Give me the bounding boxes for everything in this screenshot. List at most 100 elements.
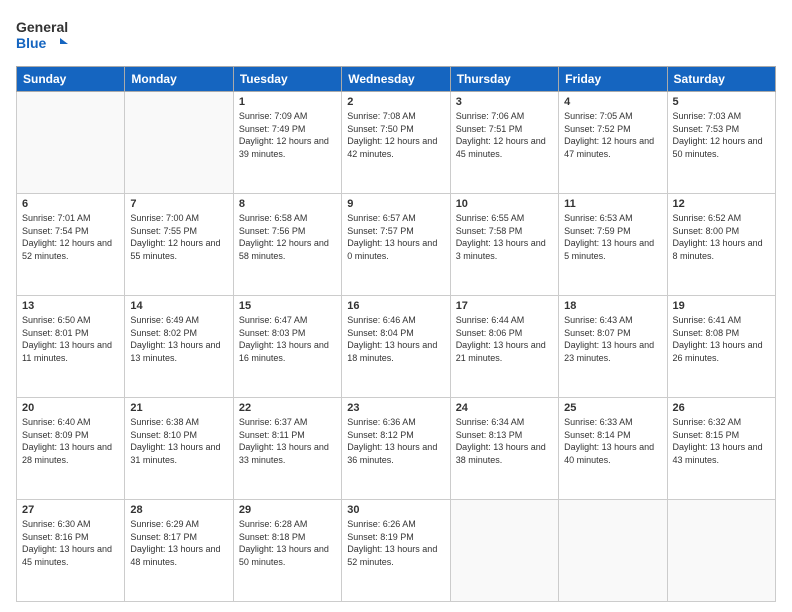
day-info: Sunrise: 6:38 AM Sunset: 8:10 PM Dayligh… <box>130 416 227 466</box>
calendar-cell: 29 Sunrise: 6:28 AM Sunset: 8:18 PM Dayli… <box>233 500 341 602</box>
calendar-cell: 11Sunrise: 6:53 AM Sunset: 7:59 PM Dayli… <box>559 194 667 296</box>
day-info: Sunrise: 6:53 AM Sunset: 7:59 PM Dayligh… <box>564 212 661 262</box>
calendar-cell: 7Sunrise: 7:00 AM Sunset: 7:55 PM Daylig… <box>125 194 233 296</box>
calendar-cell: 20 Sunrise: 6:40 AM Sunset: 8:09 PM Dayli… <box>17 398 125 500</box>
calendar-cell: 13 Sunrise: 6:50 AM Sunset: 8:01 PM Dayli… <box>17 296 125 398</box>
calendar-cell: 5 Sunrise: 7:03 AM Sunset: 7:53 PM Daylig… <box>667 92 775 194</box>
weekday-header-monday: Monday <box>125 67 233 92</box>
day-info: Sunrise: 7:06 AM Sunset: 7:51 PM Dayligh… <box>456 110 553 160</box>
day-info: Sunrise: 6:50 AM Sunset: 8:01 PM Dayligh… <box>22 314 119 364</box>
calendar-week-4: 27 Sunrise: 6:30 AM Sunset: 8:16 PM Dayli… <box>17 500 776 602</box>
calendar-cell: 14 Sunrise: 6:49 AM Sunset: 8:02 PM Dayli… <box>125 296 233 398</box>
day-info: Sunrise: 6:33 AM Sunset: 8:14 PM Dayligh… <box>564 416 661 466</box>
day-number: 13 <box>22 300 119 312</box>
day-info: Sunrise: 7:09 AM Sunset: 7:49 PM Dayligh… <box>239 110 336 160</box>
day-info: Sunrise: 7:05 AM Sunset: 7:52 PM Dayligh… <box>564 110 661 160</box>
day-number: 15 <box>239 300 336 312</box>
day-number: 14 <box>130 300 227 312</box>
day-info: Sunrise: 6:47 AM Sunset: 8:03 PM Dayligh… <box>239 314 336 364</box>
day-number: 22 <box>239 402 336 414</box>
day-number: 19 <box>673 300 770 312</box>
day-number: 23 <box>347 402 444 414</box>
day-info: Sunrise: 6:43 AM Sunset: 8:07 PM Dayligh… <box>564 314 661 364</box>
day-info: Sunrise: 7:01 AM Sunset: 7:54 PM Dayligh… <box>22 212 119 262</box>
header: GeneralBlue <box>16 16 776 56</box>
calendar-cell: 6 Sunrise: 7:01 AM Sunset: 7:54 PM Daylig… <box>17 194 125 296</box>
calendar-cell: 23 Sunrise: 6:36 AM Sunset: 8:12 PM Dayli… <box>342 398 450 500</box>
calendar-cell: 3 Sunrise: 7:06 AM Sunset: 7:51 PM Daylig… <box>450 92 558 194</box>
day-number: 17 <box>456 300 553 312</box>
day-info: Sunrise: 6:55 AM Sunset: 7:58 PM Dayligh… <box>456 212 553 262</box>
logo-svg: GeneralBlue <box>16 16 76 56</box>
svg-text:General: General <box>16 19 68 35</box>
day-number: 4 <box>564 96 661 108</box>
day-info: Sunrise: 6:44 AM Sunset: 8:06 PM Dayligh… <box>456 314 553 364</box>
day-info: Sunrise: 6:29 AM Sunset: 8:17 PM Dayligh… <box>130 518 227 568</box>
calendar-cell: 8 Sunrise: 6:58 AM Sunset: 7:56 PM Daylig… <box>233 194 341 296</box>
weekday-header-friday: Friday <box>559 67 667 92</box>
day-number: 12 <box>673 198 770 210</box>
day-info: Sunrise: 6:52 AM Sunset: 8:00 PM Dayligh… <box>673 212 770 262</box>
day-info: Sunrise: 6:58 AM Sunset: 7:56 PM Dayligh… <box>239 212 336 262</box>
day-info: Sunrise: 6:40 AM Sunset: 8:09 PM Dayligh… <box>22 416 119 466</box>
day-number: 10 <box>456 198 553 210</box>
day-info: Sunrise: 6:57 AM Sunset: 7:57 PM Dayligh… <box>347 212 444 262</box>
day-info: Sunrise: 6:37 AM Sunset: 8:11 PM Dayligh… <box>239 416 336 466</box>
day-info: Sunrise: 7:08 AM Sunset: 7:50 PM Dayligh… <box>347 110 444 160</box>
calendar-cell: 1 Sunrise: 7:09 AM Sunset: 7:49 PM Daylig… <box>233 92 341 194</box>
calendar-cell: 10 Sunrise: 6:55 AM Sunset: 7:58 PM Dayli… <box>450 194 558 296</box>
day-number: 24 <box>456 402 553 414</box>
weekday-header-sunday: Sunday <box>17 67 125 92</box>
day-number: 18 <box>564 300 661 312</box>
day-number: 25 <box>564 402 661 414</box>
page: GeneralBlue SundayMondayTuesdayWednesday… <box>0 0 792 612</box>
day-info: Sunrise: 6:32 AM Sunset: 8:15 PM Dayligh… <box>673 416 770 466</box>
calendar-cell: 17 Sunrise: 6:44 AM Sunset: 8:06 PM Dayli… <box>450 296 558 398</box>
calendar-cell: 26Sunrise: 6:32 AM Sunset: 8:15 PM Dayli… <box>667 398 775 500</box>
calendar-cell: 27 Sunrise: 6:30 AM Sunset: 8:16 PM Dayli… <box>17 500 125 602</box>
day-number: 29 <box>239 504 336 516</box>
day-number: 9 <box>347 198 444 210</box>
calendar-cell: 2 Sunrise: 7:08 AM Sunset: 7:50 PM Daylig… <box>342 92 450 194</box>
calendar-cell: 21Sunrise: 6:38 AM Sunset: 8:10 PM Dayli… <box>125 398 233 500</box>
calendar-cell <box>125 92 233 194</box>
weekday-header-wednesday: Wednesday <box>342 67 450 92</box>
calendar-cell <box>450 500 558 602</box>
day-info: Sunrise: 6:41 AM Sunset: 8:08 PM Dayligh… <box>673 314 770 364</box>
day-number: 16 <box>347 300 444 312</box>
day-number: 5 <box>673 96 770 108</box>
day-info: Sunrise: 6:30 AM Sunset: 8:16 PM Dayligh… <box>22 518 119 568</box>
calendar-cell <box>559 500 667 602</box>
day-number: 3 <box>456 96 553 108</box>
day-info: Sunrise: 7:03 AM Sunset: 7:53 PM Dayligh… <box>673 110 770 160</box>
calendar-cell: 16Sunrise: 6:46 AM Sunset: 8:04 PM Dayli… <box>342 296 450 398</box>
calendar-cell: 18 Sunrise: 6:43 AM Sunset: 8:07 PM Dayli… <box>559 296 667 398</box>
logo: GeneralBlue <box>16 16 76 56</box>
calendar-week-0: 1 Sunrise: 7:09 AM Sunset: 7:49 PM Daylig… <box>17 92 776 194</box>
calendar-week-1: 6 Sunrise: 7:01 AM Sunset: 7:54 PM Daylig… <box>17 194 776 296</box>
calendar-cell: 4 Sunrise: 7:05 AM Sunset: 7:52 PM Daylig… <box>559 92 667 194</box>
day-number: 6 <box>22 198 119 210</box>
calendar-cell <box>17 92 125 194</box>
day-info: Sunrise: 6:49 AM Sunset: 8:02 PM Dayligh… <box>130 314 227 364</box>
svg-text:Blue: Blue <box>16 35 47 51</box>
day-info: Sunrise: 6:34 AM Sunset: 8:13 PM Dayligh… <box>456 416 553 466</box>
calendar-cell: 24 Sunrise: 6:34 AM Sunset: 8:13 PM Dayli… <box>450 398 558 500</box>
day-info: Sunrise: 6:36 AM Sunset: 8:12 PM Dayligh… <box>347 416 444 466</box>
calendar-cell: 9 Sunrise: 6:57 AM Sunset: 7:57 PM Daylig… <box>342 194 450 296</box>
weekday-header-saturday: Saturday <box>667 67 775 92</box>
calendar-cell: 12 Sunrise: 6:52 AM Sunset: 8:00 PM Dayli… <box>667 194 775 296</box>
day-number: 1 <box>239 96 336 108</box>
day-number: 28 <box>130 504 227 516</box>
calendar-cell <box>667 500 775 602</box>
weekday-header-row: SundayMondayTuesdayWednesdayThursdayFrid… <box>17 67 776 92</box>
day-number: 20 <box>22 402 119 414</box>
weekday-header-thursday: Thursday <box>450 67 558 92</box>
calendar-week-2: 13 Sunrise: 6:50 AM Sunset: 8:01 PM Dayli… <box>17 296 776 398</box>
day-info: Sunrise: 6:28 AM Sunset: 8:18 PM Dayligh… <box>239 518 336 568</box>
day-number: 2 <box>347 96 444 108</box>
day-number: 27 <box>22 504 119 516</box>
calendar-cell: 28 Sunrise: 6:29 AM Sunset: 8:17 PM Dayli… <box>125 500 233 602</box>
day-number: 8 <box>239 198 336 210</box>
calendar-cell: 15 Sunrise: 6:47 AM Sunset: 8:03 PM Dayli… <box>233 296 341 398</box>
